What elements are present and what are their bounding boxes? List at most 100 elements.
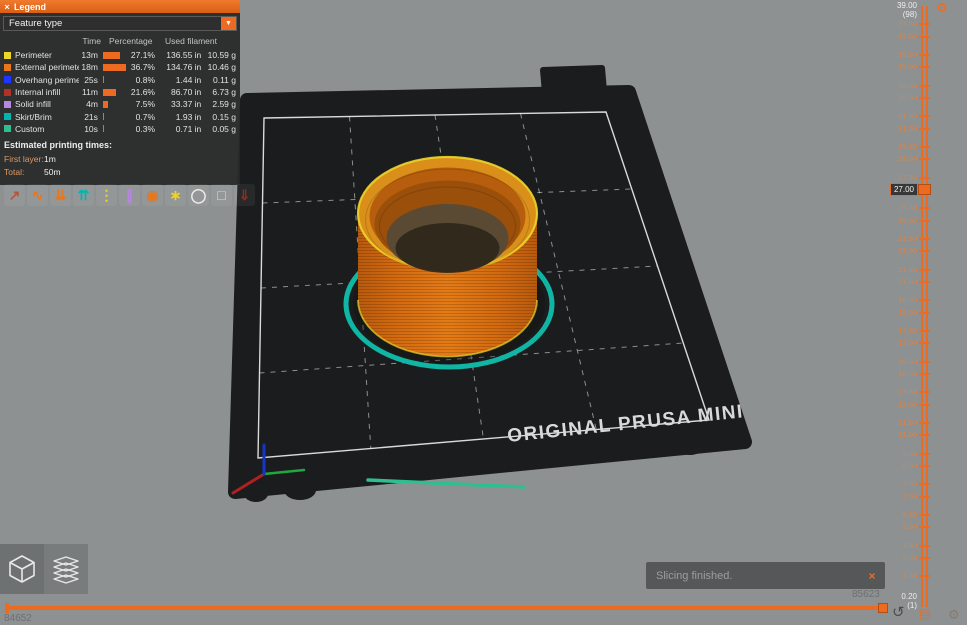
layer-tick [919, 219, 930, 222]
retractions-icon[interactable]: ⇊ [50, 184, 71, 206]
feature-time: 21s [84, 111, 98, 122]
layer-tick [919, 391, 930, 394]
seams-icon[interactable]: ⋮ [96, 184, 117, 206]
feature-name: Perimeter [15, 50, 52, 61]
move-slider-right-handle[interactable] [878, 603, 888, 613]
legend-toggle-icon[interactable]: ⇓ [234, 184, 255, 206]
shells-icon[interactable]: ◯ [188, 184, 209, 206]
layer-tick-label: 35.00 [898, 62, 917, 72]
deretractions-icon[interactable]: ⇈ [73, 184, 94, 206]
feature-time: 11m [82, 87, 98, 98]
layer-tick-label: 9.00 [902, 460, 917, 470]
feature-length: 134.76 in [166, 62, 202, 73]
layer-tick-label: 17.80 [898, 325, 917, 335]
gcode-preview-window: ORIGINAL PRUSA MINI × Legend Feature typ… [0, 0, 967, 625]
feature-name: External perimeter [15, 62, 79, 73]
column-time: Time [82, 36, 101, 46]
legend-feature-row[interactable]: Perimeter 13m 27.1% 136.55 in 10.59 g [0, 49, 240, 61]
preview-options-toolbar: ↗ ∿ ⇊ ⇈ ⋮ ∥ ◉ ∗ ◯ □ ⇓ [4, 184, 255, 206]
feature-percent-bar [102, 113, 128, 121]
feature-weight: 10.59 g [207, 50, 236, 61]
legend-title: Legend [14, 1, 47, 12]
layer-tick-label: 23.00 [898, 246, 917, 256]
legend-feature-row[interactable]: Internal infill 11m 21.6% 86.70 in 6.73 g [0, 86, 240, 98]
layer-tick-label: 7.00 [902, 491, 917, 501]
feature-percent-bar [102, 88, 128, 96]
layer-tick [919, 311, 930, 314]
feature-name: Solid infill [15, 99, 51, 110]
notification-text: Slicing finished. [656, 569, 733, 582]
wipe-icon[interactable]: ∿ [27, 184, 48, 206]
preferences-gear-icon[interactable]: ⚙ [948, 608, 960, 622]
legend-feature-row[interactable]: Solid infill 4m 7.5% 33.37 in 2.59 g [0, 98, 240, 110]
view-type-dropdown[interactable]: Feature type ▼ [3, 16, 237, 31]
layer-tick-label: 17.00 [898, 338, 917, 348]
feature-percent-bar [102, 51, 128, 59]
reset-view-icon[interactable]: ↺ [892, 605, 905, 620]
layer-tick [919, 23, 930, 26]
move-slider-left-value: 84652 [4, 613, 32, 624]
layer-tick [919, 464, 930, 467]
layer-slider-max-layer: (98) [902, 10, 917, 19]
feature-name: Skirt/Brim [15, 111, 52, 122]
legend-header[interactable]: × Legend [0, 0, 240, 13]
feature-name: Overhang perimeter [15, 74, 79, 85]
custom-gcodes-icon[interactable]: ∗ [165, 184, 186, 206]
layer-tick [919, 127, 930, 130]
layer-tick-label: 37.80 [898, 19, 917, 29]
close-icon[interactable]: × [859, 569, 885, 583]
feature-time: 13m [81, 50, 98, 61]
layer-tick-label: 21.00 [898, 276, 917, 286]
feature-weight: 0.15 g [212, 111, 236, 122]
first-layer-value: 1m [44, 153, 56, 164]
feature-weight: 6.73 g [212, 87, 236, 98]
feature-name: Custom [15, 123, 45, 134]
first-layer-time-row: First layer: 1m [0, 152, 240, 165]
layer-tick [919, 495, 930, 498]
feature-length: 0.71 in [175, 123, 202, 134]
legend-doc-icon[interactable]: ▤ [919, 607, 931, 621]
move-slider[interactable]: 85623 84652 [0, 585, 890, 625]
feature-color-swatch [4, 76, 11, 84]
layer-tick [919, 483, 930, 486]
layer-tick-label: 1.80 [902, 571, 917, 581]
layer-tick [919, 158, 930, 161]
cube-3d-icon [9, 555, 35, 583]
layer-slider[interactable]: 39.00 (98) ⚙ 27.00 0.20 (1) 37.80 37.00 35… [887, 0, 967, 625]
layer-tick [919, 556, 930, 559]
close-icon[interactable]: × [0, 2, 14, 12]
layer-slider-handle[interactable] [918, 184, 931, 196]
legend-feature-row[interactable]: Skirt/Brim 21s 0.7% 1.93 in 0.15 g [0, 110, 240, 122]
layer-tick-label: 15.80 [898, 356, 917, 366]
layer-tick [919, 115, 930, 118]
layer-tick [919, 421, 930, 424]
layer-tick [919, 176, 930, 179]
legend-rows: Perimeter 13m 27.1% 136.55 in 10.59 g Externa… [0, 49, 240, 135]
layer-tick-label: 5.00 [902, 522, 917, 532]
tool-changes-icon[interactable]: ∥ [119, 184, 140, 206]
chevron-down-icon[interactable]: ▼ [221, 17, 236, 30]
color-changes-icon[interactable]: ◉ [142, 184, 163, 206]
feature-weight: 0.05 g [212, 123, 236, 134]
legend-feature-row[interactable]: External perimeter 18m 36.7% 134.76 in 10.46… [0, 61, 240, 73]
layer-tick [919, 434, 930, 437]
travel-icon[interactable]: ↗ [4, 184, 25, 206]
legend-feature-row[interactable]: Custom 10s 0.3% 0.71 in 0.05 g [0, 123, 240, 135]
tool-marker-icon[interactable]: □ [211, 184, 232, 206]
layer-tick [919, 280, 930, 283]
total-label: Total: [4, 166, 25, 177]
legend-feature-row[interactable]: Overhang perimeter 25s 0.8% 1.44 in 0.11 g [0, 74, 240, 86]
layer-tick [919, 54, 930, 57]
estimated-times-title: Estimated printing times: [4, 140, 113, 151]
layer-tick [919, 360, 930, 363]
layer-tick [919, 342, 930, 345]
move-slider-left-handle[interactable] [5, 603, 9, 613]
layer-slider-current-value: 27.00 [889, 183, 918, 197]
layer-tick-label: 15.00 [898, 368, 917, 378]
printed-object[interactable] [343, 155, 555, 370]
move-slider-track[interactable] [8, 606, 886, 610]
gear-icon[interactable]: ⚙ [936, 0, 948, 16]
layer-tick-label: 13.00 [898, 399, 917, 409]
layer-tick-label: 9.80 [902, 448, 917, 458]
feature-weight: 0.11 g [212, 74, 236, 85]
